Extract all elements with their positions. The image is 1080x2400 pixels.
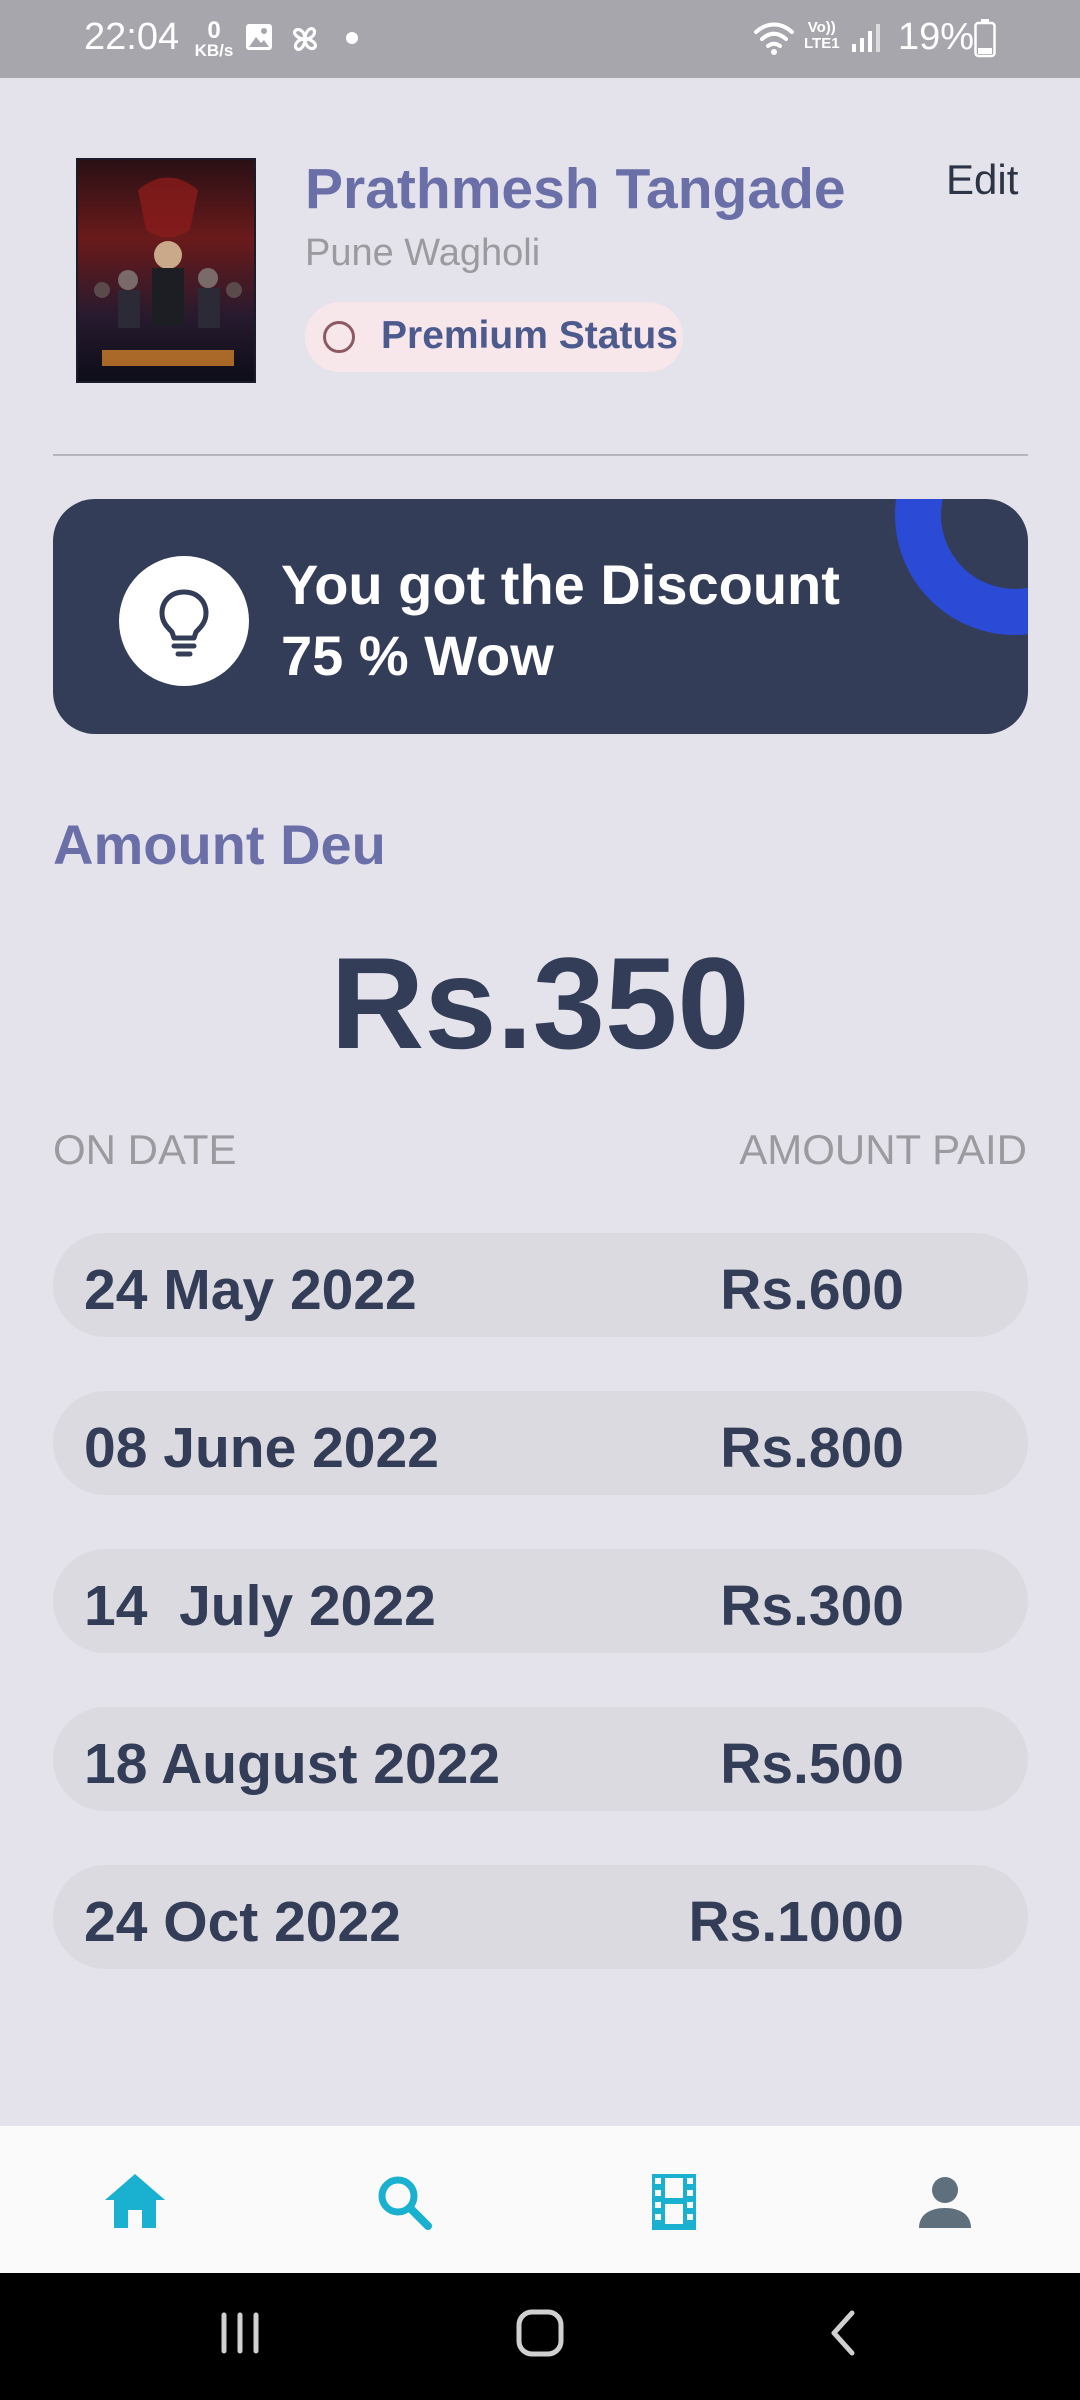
battery-icon — [974, 19, 996, 58]
home-icon[interactable] — [95, 2162, 175, 2242]
status-bar: 22:04 0 KB/s Vo)) LTE1 19% — [0, 0, 1080, 78]
payment-date: 08 June 2022 — [84, 1416, 439, 1480]
search-icon[interactable] — [364, 2162, 444, 2242]
person-icon[interactable] — [905, 2162, 985, 2242]
payment-row[interactable]: 24 Oct 2022 Rs.1000 — [53, 1865, 1028, 1969]
pinwheel-icon — [292, 26, 318, 52]
premium-status-label: Premium Status — [381, 314, 678, 357]
payment-date: 14 July 2022 — [84, 1574, 436, 1638]
wifi-icon — [754, 22, 794, 55]
recent-apps-icon[interactable] — [210, 2303, 270, 2363]
bulb-badge — [119, 556, 249, 686]
decorative-ring — [895, 499, 1028, 635]
radio-icon — [323, 321, 355, 353]
payment-date: 18 August 2022 — [84, 1732, 501, 1796]
payment-date: 24 Oct 2022 — [84, 1890, 401, 1954]
column-header-amount: AMOUNT PAID — [739, 1126, 1027, 1173]
payment-row[interactable]: 24 May 2022 Rs.600 — [53, 1233, 1028, 1337]
film-icon[interactable] — [634, 2162, 714, 2242]
home-button-icon[interactable] — [510, 2303, 570, 2363]
discount-banner: You got the Discount 75 % Wow — [53, 499, 1028, 734]
column-header-date: ON DATE — [53, 1126, 237, 1173]
discount-message: You got the Discount 75 % Wow — [281, 553, 840, 687]
profile-poster-image — [76, 158, 256, 383]
lte-indicator: Vo)) LTE1 — [804, 19, 840, 52]
signal-icon — [852, 24, 880, 52]
network-speed: 0 KB/s — [194, 17, 234, 60]
payment-amount: Rs.500 — [720, 1732, 904, 1796]
system-navigation-bar — [0, 2273, 1080, 2400]
payment-row[interactable]: 14 July 2022 Rs.300 — [53, 1549, 1028, 1653]
battery-percentage: 19% — [898, 16, 975, 58]
payment-amount: Rs.800 — [720, 1416, 904, 1480]
back-icon[interactable] — [814, 2303, 874, 2363]
payment-row[interactable]: 08 June 2022 Rs.800 — [53, 1391, 1028, 1495]
payment-row[interactable]: 18 August 2022 Rs.500 — [53, 1707, 1028, 1811]
notification-dot — [346, 32, 358, 44]
amount-due-title: Amount Deu — [53, 813, 386, 876]
lightbulb-icon — [159, 589, 209, 657]
payment-amount: Rs.1000 — [688, 1890, 904, 1954]
amount-due-value: Rs.350 — [330, 930, 750, 1076]
payment-amount: Rs.600 — [720, 1258, 904, 1322]
payment-list: 24 May 2022 Rs.600 08 June 2022 Rs.800 1… — [53, 1233, 1028, 2023]
status-time: 22:04 — [84, 16, 180, 58]
divider — [53, 454, 1028, 456]
payment-amount: Rs.300 — [720, 1574, 904, 1638]
edit-button[interactable]: Edit — [946, 156, 1018, 204]
gallery-icon — [246, 24, 272, 50]
premium-status-chip[interactable]: Premium Status — [305, 302, 683, 372]
profile-location: Pune Wagholi — [305, 232, 541, 274]
bottom-navigation — [0, 2126, 1080, 2273]
profile-name: Prathmesh Tangade — [305, 157, 846, 221]
payment-date: 24 May 2022 — [84, 1258, 417, 1322]
